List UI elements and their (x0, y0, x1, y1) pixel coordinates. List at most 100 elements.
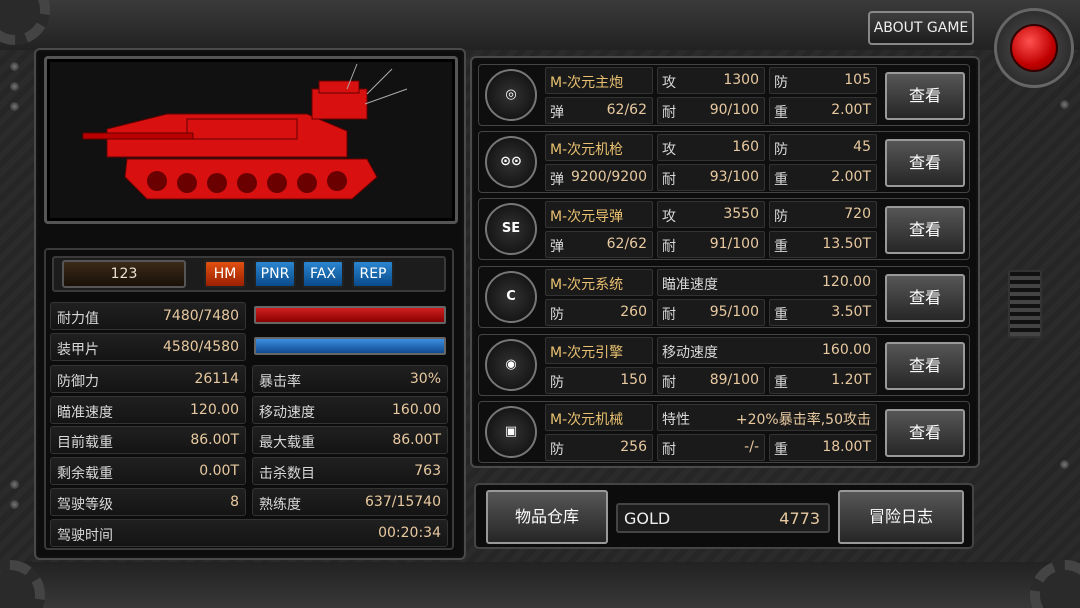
equipment-stat-cell: 防 105 (769, 67, 877, 94)
stat-remain: 剩余载重 0.00T (50, 457, 246, 485)
stat-label: 重 (774, 105, 788, 121)
stat-value: 18.00T (822, 439, 871, 455)
stat-label: 耐 (662, 375, 676, 391)
equipment-name: M-次元机械 (550, 412, 624, 428)
stat-value: 260 (620, 304, 647, 320)
equipment-stat-cell: 重 2.00T (769, 164, 877, 191)
stat-label: 驾驶等级 (57, 497, 113, 513)
stat-aim: 瞄准速度 120.00 (50, 396, 246, 424)
stat-label: 耐 (662, 105, 676, 121)
stat-value: 8 (230, 494, 239, 510)
rivet (10, 62, 19, 71)
tag-pnr[interactable]: PNR (254, 260, 296, 288)
stat-time: 驾驶时间 00:20:34 (50, 519, 448, 547)
stat-label: 防御力 (57, 374, 99, 390)
equipment-icon: ◎ (485, 69, 537, 121)
equipment-name-cell: M-次元引擎 (545, 337, 653, 364)
equipment-name: M-次元主炮 (550, 75, 624, 91)
stat-value: 86.00T (392, 432, 441, 448)
armor-bar (254, 337, 446, 355)
stat-value: 1.20T (831, 372, 871, 388)
equipment-name: M-次元导弹 (550, 209, 624, 225)
stat-value: +20%暴击率,50攻击 (735, 412, 871, 428)
equipment-name-cell: M-次元系统 (545, 269, 653, 296)
red-menu-button[interactable] (994, 8, 1074, 88)
stat-label: 剩余载重 (57, 466, 113, 482)
stat-maxload: 最大载重 86.00T (252, 426, 448, 454)
rivet (1060, 460, 1069, 469)
stat-label: 耐 (662, 442, 676, 458)
stat-label: 攻 (662, 75, 676, 91)
equipment-row: ◎ M-次元主炮 攻 1300 防 105 弹 62/62 耐 90/100 重 2.00T 查看 (478, 64, 970, 126)
stat-value: 150 (620, 372, 647, 388)
view-button[interactable]: 查看 (885, 409, 965, 457)
tag-rep[interactable]: REP (352, 260, 394, 288)
stat-value: 4580/4580 (163, 339, 239, 355)
view-button[interactable]: 查看 (885, 206, 965, 254)
stat-label: 目前载重 (57, 435, 113, 451)
stat-level: 驾驶等级 8 (50, 488, 246, 516)
adventure-log-button[interactable]: 冒险日志 (838, 490, 964, 544)
stat-label: 重 (774, 375, 788, 391)
tag-fax[interactable]: FAX (302, 260, 344, 288)
view-button[interactable]: 查看 (885, 342, 965, 390)
stat-label: 耐 (662, 307, 676, 323)
stat-value: 3.50T (831, 304, 871, 320)
equipment-icon: ▣ (485, 406, 537, 458)
stat-value: 93/100 (709, 169, 759, 185)
tag-hm[interactable]: HM (204, 260, 246, 288)
warehouse-button[interactable]: 物品仓库 (486, 490, 608, 544)
stat-value: 160.00 (392, 402, 441, 418)
stat-label: 防 (550, 442, 564, 458)
equipment-name-cell: M-次元主炮 (545, 67, 653, 94)
equipment-stat-cell: 重 18.00T (769, 434, 877, 461)
stat-value: 89/100 (709, 372, 759, 388)
stat-armor: 装甲片 4580/4580 (50, 333, 246, 361)
view-button[interactable]: 查看 (885, 72, 965, 120)
red-light-icon (1010, 24, 1058, 72)
equipment-icon: ⊙⊙ (485, 136, 537, 188)
stat-value: 2.00T (831, 102, 871, 118)
stat-value: 7480/7480 (163, 308, 239, 324)
equipment-name: M-次元系统 (550, 277, 624, 293)
stat-value: 105 (844, 72, 871, 88)
equipment-stat-cell: 特性 +20%暴击率,50攻击 (657, 404, 877, 431)
about-game-button[interactable]: ABOUT GAME (868, 11, 974, 45)
stat-value: 62/62 (606, 236, 647, 252)
rivet (10, 500, 19, 509)
stat-durability: 耐力值 7480/7480 (50, 302, 246, 330)
stat-value: 3550 (723, 206, 759, 222)
stat-label: 耐力值 (57, 311, 99, 327)
equipment-stat-cell: 防 150 (545, 367, 653, 394)
equipment-stat-cell: 耐 91/100 (657, 231, 765, 258)
rivet (10, 102, 19, 111)
view-button[interactable]: 查看 (885, 139, 965, 187)
view-button[interactable]: 查看 (885, 274, 965, 322)
equipment-stat-cell: 防 256 (545, 434, 653, 461)
equipment-stat-cell: 耐 -/- (657, 434, 765, 461)
stat-value: 160.00 (822, 342, 871, 358)
equipment-row: C M-次元系统 瞄准速度 120.00 防 260 耐 95/100 重 3.50T 查看 (478, 266, 970, 328)
stat-value: 26114 (194, 371, 239, 387)
stat-label: 暴击率 (259, 374, 301, 390)
equipment-stat-cell: 移动速度 160.00 (657, 337, 877, 364)
stat-label: 移动速度 (662, 345, 718, 361)
equipment-stat-cell: 攻 1300 (657, 67, 765, 94)
stat-value: 90/100 (709, 102, 759, 118)
equipment-stat-cell: 耐 89/100 (657, 367, 765, 394)
stat-value: 0.00T (199, 463, 239, 479)
stat-label: 防 (550, 307, 564, 323)
stat-label: 弹 (550, 239, 564, 255)
stat-value: 9200/9200 (571, 169, 647, 185)
stat-value: 637/15740 (365, 494, 441, 510)
stat-load: 目前载重 86.00T (50, 426, 246, 454)
stat-label: 防 (774, 209, 788, 225)
equipment-icon: ◉ (485, 339, 537, 391)
equipment-stat-cell: 攻 3550 (657, 201, 765, 228)
stat-label: 最大载重 (259, 435, 315, 451)
stat-label: 防 (774, 142, 788, 158)
tank-id-field[interactable]: 123 (62, 260, 186, 288)
equipment-stat-cell: 防 45 (769, 134, 877, 161)
tank-preview (44, 56, 458, 224)
stat-value: 720 (844, 206, 871, 222)
